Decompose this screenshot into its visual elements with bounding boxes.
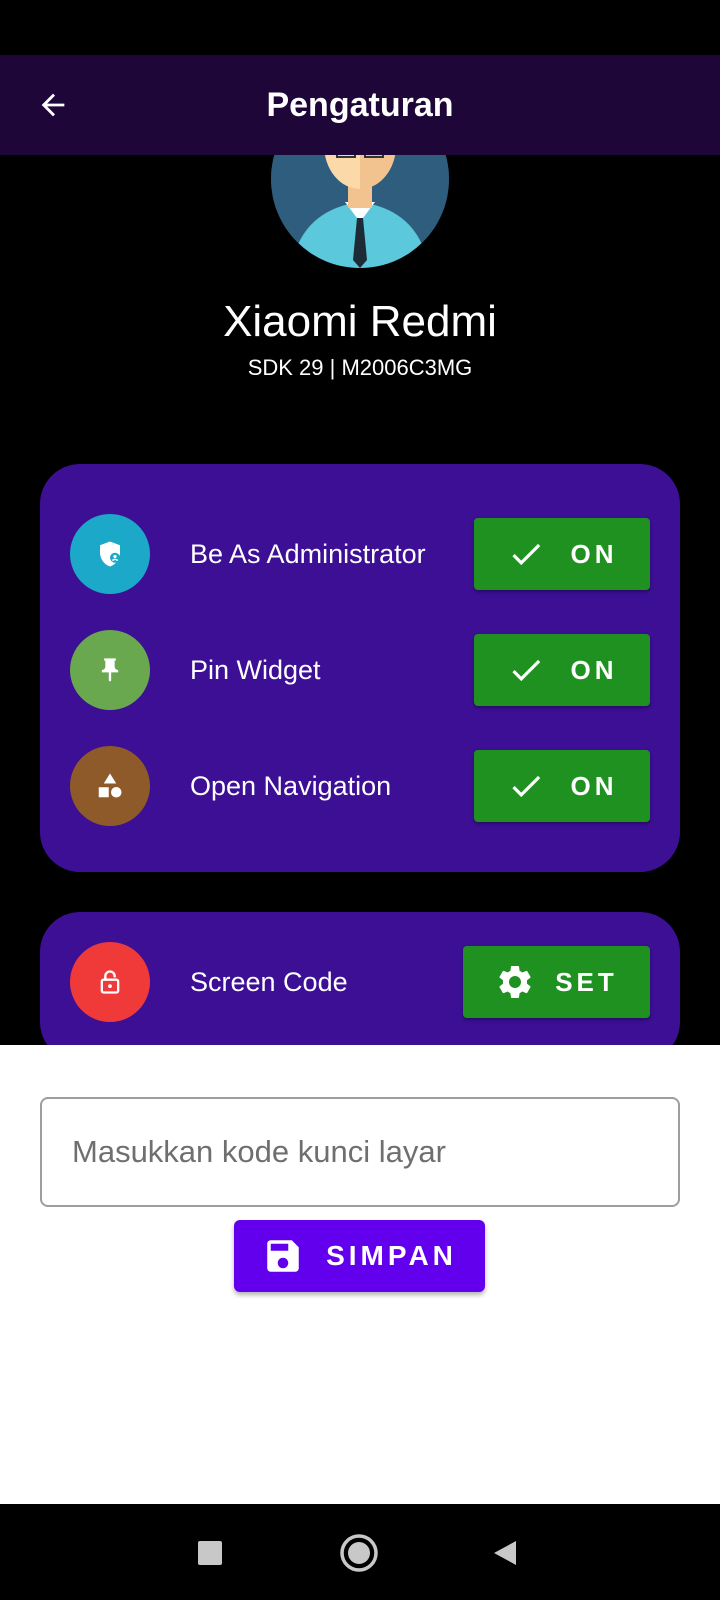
system-navigation-bar xyxy=(0,1504,720,1600)
arrow-left-icon xyxy=(41,93,65,117)
admin-toggle-button[interactable]: ON xyxy=(474,518,650,590)
page-title: Pengaturan xyxy=(266,86,454,124)
button-label: SET xyxy=(555,966,618,997)
status-bar xyxy=(0,0,720,55)
home-button[interactable] xyxy=(334,1528,384,1578)
pin-widget-toggle-button[interactable]: ON xyxy=(474,634,650,706)
button-label: ON xyxy=(570,654,618,685)
screen-code-sheet: SIMPAN xyxy=(0,1045,720,1504)
check-icon xyxy=(511,775,540,798)
permission-row-pin-widget: Pin Widget ON xyxy=(40,630,680,710)
shapes-icon xyxy=(70,746,150,826)
pin-icon xyxy=(70,630,150,710)
recents-button[interactable] xyxy=(185,1528,235,1578)
permission-label: Be As Administrator xyxy=(190,539,426,569)
lock-icon xyxy=(70,942,150,1022)
floppy-disk-icon xyxy=(267,1240,299,1272)
check-icon xyxy=(511,543,540,566)
back-button[interactable] xyxy=(28,80,78,130)
screen-code-row: Screen Code SET xyxy=(40,942,680,1022)
admin-shield-icon xyxy=(70,514,150,594)
open-navigation-toggle-button[interactable]: ON xyxy=(474,750,650,822)
permission-row-admin: Be As Administrator ON xyxy=(40,514,680,594)
recents-square-icon xyxy=(198,1541,222,1565)
device-info: SDK 29 | M2006C3MG xyxy=(247,355,473,380)
button-label: ON xyxy=(570,538,618,569)
profile-section: Xiaomi Redmi SDK 29 | M2006C3MG xyxy=(0,90,720,455)
permission-label: Open Navigation xyxy=(190,771,392,801)
home-circle-icon xyxy=(340,1534,378,1572)
back-nav-button[interactable] xyxy=(480,1528,530,1578)
device-name: Xiaomi Redmi xyxy=(223,297,497,346)
screen-code-label: Screen Code xyxy=(190,967,348,997)
app-toolbar: Pengaturan xyxy=(0,55,720,155)
permission-row-open-navigation: Open Navigation ON xyxy=(40,746,680,826)
check-icon xyxy=(511,659,540,682)
permission-label: Pin Widget xyxy=(190,655,321,685)
button-label: ON xyxy=(570,770,618,801)
save-button[interactable]: SIMPAN xyxy=(234,1220,485,1292)
back-triangle-icon xyxy=(494,1541,516,1565)
save-button-label: SIMPAN xyxy=(326,1240,457,1271)
screen-code-card: Screen Code SET xyxy=(40,912,680,1062)
set-screen-code-button[interactable]: SET xyxy=(463,946,650,1018)
gear-icon xyxy=(499,966,531,998)
permissions-card: Be As Administrator ON Pin Widget ON Ope… xyxy=(40,464,680,872)
screen-code-input[interactable] xyxy=(40,1097,680,1207)
